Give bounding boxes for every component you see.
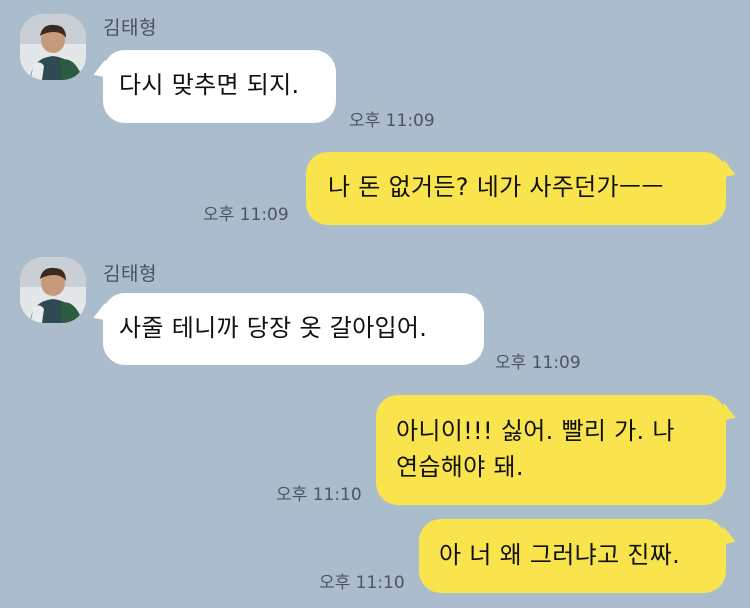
message-timestamp: 오후 11:09 <box>203 205 289 225</box>
outgoing-message-bubble[interactable]: 아 너 왜 그러냐고 진짜. <box>419 519 726 593</box>
message-timestamp: 오후 11:10 <box>276 485 362 505</box>
message-timestamp: 오후 11:10 <box>319 573 405 593</box>
sender-name: 김태형 <box>103 263 157 285</box>
message-text-line: 아니이!!! 싫어. 빨리 가. 나 <box>396 417 675 445</box>
sender-avatar[interactable] <box>20 257 86 323</box>
sender-avatar[interactable] <box>20 14 86 80</box>
message-text: 나 돈 없거든? 네가 사주던가ㅡㅡ <box>328 173 664 201</box>
message-text: 다시 맞추면 되지. <box>119 71 300 99</box>
outgoing-message-bubble[interactable]: 나 돈 없거든? 네가 사주던가ㅡㅡ <box>306 152 726 225</box>
sender-name: 김태형 <box>103 17 157 39</box>
message-timestamp: 오후 11:09 <box>495 353 581 373</box>
incoming-message-bubble[interactable]: 사줄 테니까 당장 옷 갈아입어. <box>103 293 484 365</box>
message-text-line: 연습해야 돼. <box>396 453 524 481</box>
message-text: 사줄 테니까 당장 옷 갈아입어. <box>119 314 428 342</box>
message-timestamp: 오후 11:09 <box>349 111 435 131</box>
message-text: 아 너 왜 그러냐고 진짜. <box>439 541 681 569</box>
avatar-photo-icon <box>20 257 86 323</box>
incoming-message-bubble[interactable]: 다시 맞추면 되지. <box>103 50 336 123</box>
avatar-photo-icon <box>20 14 86 80</box>
outgoing-message-bubble[interactable]: 아니이!!! 싫어. 빨리 가. 나 연습해야 돼. <box>376 395 726 505</box>
